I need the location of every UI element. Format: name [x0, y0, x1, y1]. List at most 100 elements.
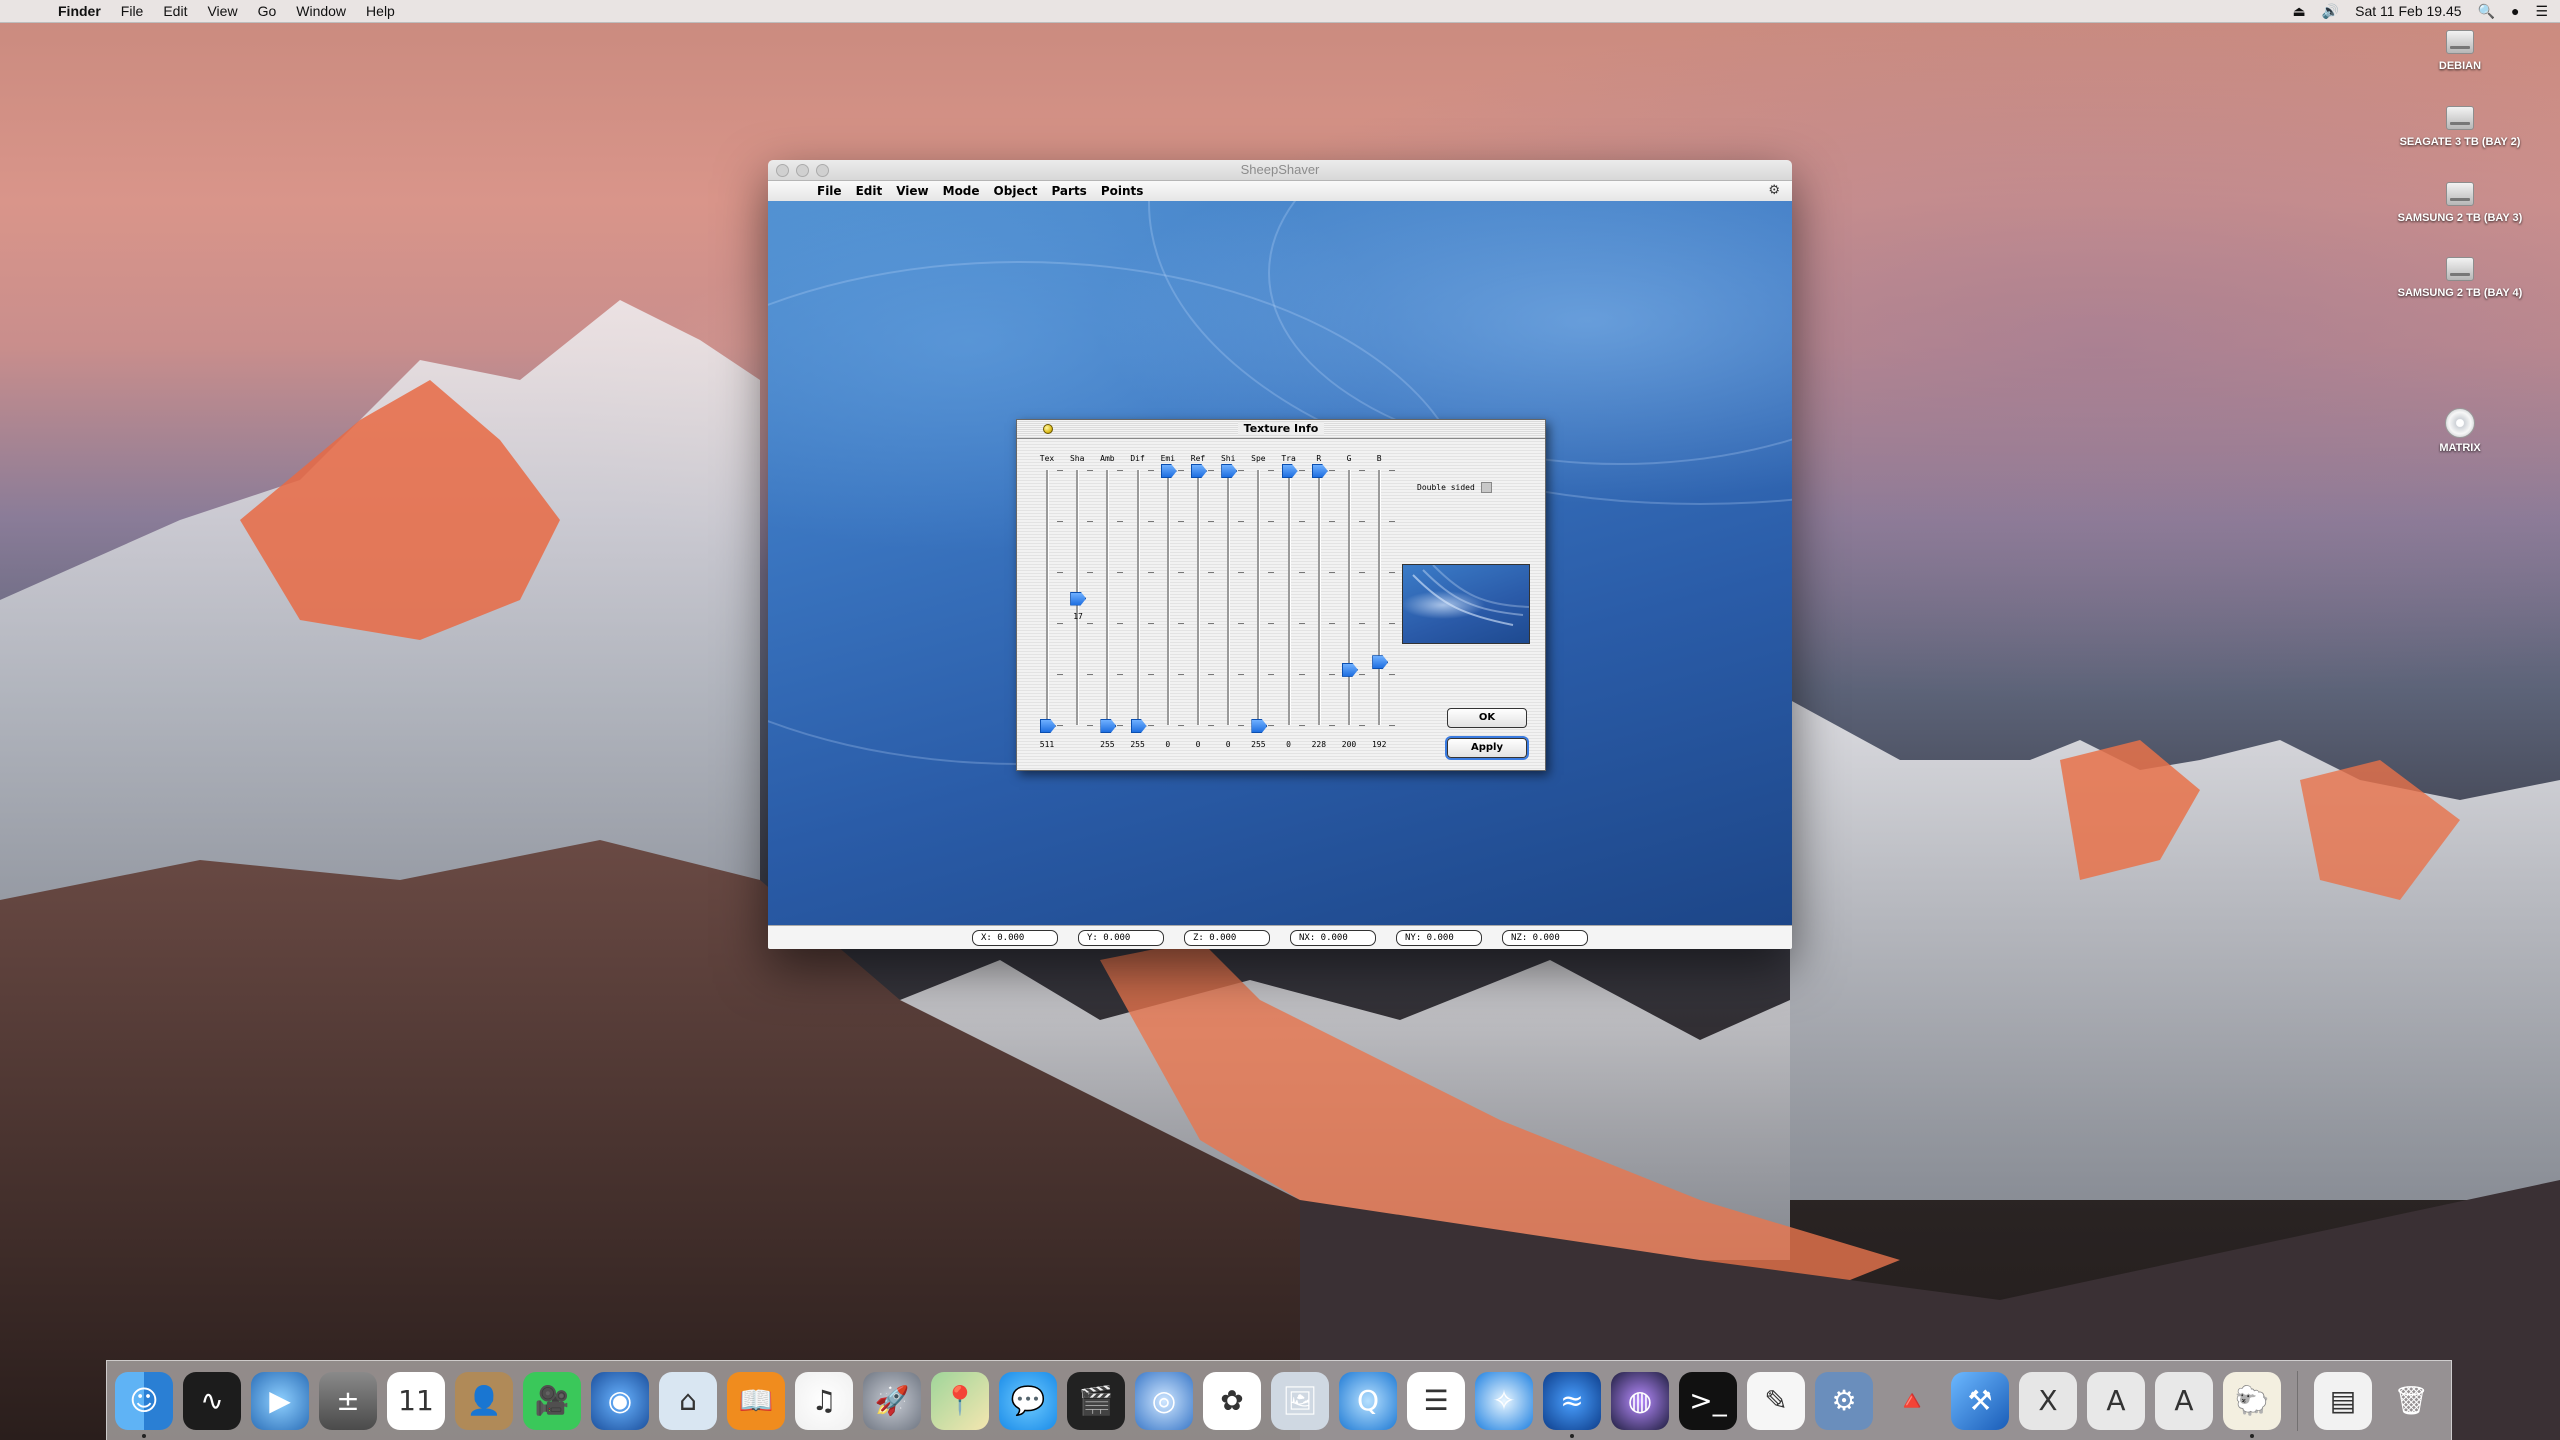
apply-button[interactable]: Apply — [1447, 738, 1527, 758]
classic-menu-parts[interactable]: Parts — [1044, 184, 1093, 198]
launchpad-icon[interactable]: 🚀 — [863, 1371, 921, 1430]
classic-menu-mode[interactable]: Mode — [936, 184, 987, 198]
x11-icon[interactable]: X — [2019, 1371, 2077, 1430]
photos-icon[interactable]: ✿ — [1203, 1371, 1261, 1430]
home-icon[interactable]: ⌂ — [659, 1371, 717, 1430]
collapse-box-icon[interactable] — [1043, 424, 1053, 434]
sheep-icon[interactable]: 🐑 — [2223, 1371, 2281, 1438]
minimize-button[interactable] — [796, 164, 809, 177]
classic-menu-edit[interactable]: Edit — [849, 184, 890, 198]
preview-icon[interactable]: 🖼 — [1271, 1371, 1329, 1430]
slider-track-tra[interactable] — [1287, 470, 1291, 725]
textedit-icon[interactable]: ✎ — [1747, 1371, 1805, 1430]
ibooks-icon[interactable]: 📖 — [727, 1371, 785, 1430]
itunes-icon[interactable]: ♫ — [795, 1371, 853, 1430]
slider-tick — [1117, 725, 1124, 726]
nx-coordinate-field[interactable]: NX: 0.000 — [1290, 930, 1376, 946]
desktop-drive-debian[interactable]: DEBIAN — [2390, 30, 2530, 72]
z-coordinate-field[interactable]: Z: 0.000 — [1184, 930, 1270, 946]
classic-menu-points[interactable]: Points — [1094, 184, 1151, 198]
coordinate-status-bar: X: 0.000 Y: 0.000 Z: 0.000 NX: 0.000 NY:… — [768, 925, 1792, 949]
ok-button[interactable]: OK — [1447, 708, 1527, 728]
quicktime-icon[interactable]: ▶ — [251, 1371, 309, 1430]
ny-coordinate-field[interactable]: NY: 0.000 — [1396, 930, 1482, 946]
slider-track-spe[interactable] — [1257, 470, 1261, 725]
maps-icon[interactable]: 📍 — [931, 1371, 989, 1430]
app-store-icon[interactable]: A — [2087, 1371, 2145, 1430]
desktop-drive-samsung-bay4[interactable]: SAMSUNG 2 TB (BAY 4) — [2390, 257, 2530, 299]
app-store-2-icon[interactable]: A — [2155, 1371, 2213, 1430]
terminal-icon[interactable]: >_ — [1679, 1371, 1737, 1430]
dialog-titlebar[interactable]: Texture Info — [1017, 420, 1545, 439]
slider-track-dif[interactable] — [1136, 470, 1140, 725]
documents-icon[interactable]: ▤ — [2314, 1371, 2372, 1430]
vlc-icon[interactable]: 🔺 — [1883, 1372, 1941, 1430]
slider-track-b[interactable] — [1378, 470, 1382, 725]
eject-icon[interactable]: ⏏ — [2292, 3, 2305, 20]
slider-track-amb[interactable] — [1106, 470, 1110, 725]
desktop-drive-seagate[interactable]: SEAGATE 3 TB (BAY 2) — [2390, 106, 2530, 148]
xcode-icon[interactable]: ⚒ — [1951, 1371, 2009, 1430]
menu-view[interactable]: View — [197, 3, 247, 19]
nz-coordinate-field[interactable]: NZ: 0.000 — [1502, 930, 1588, 946]
slider-tick — [1177, 623, 1184, 624]
slider-track-tex[interactable] — [1046, 470, 1049, 725]
classic-menu-object[interactable]: Object — [987, 184, 1045, 198]
slider-tick — [1057, 572, 1063, 573]
slider-tick — [1298, 470, 1305, 471]
texture-info-dialog[interactable]: Texture Info Tex 511 Sha 17 Amb 255 Dif 255 Emi 0… — [1016, 419, 1546, 771]
y-coordinate-field[interactable]: Y: 0.000 — [1078, 930, 1164, 946]
utility-icon[interactable]: ⚙ — [1815, 1371, 1873, 1430]
safari-icon[interactable]: ✧ — [1475, 1371, 1533, 1430]
final-cut-icon[interactable]: 🎬 — [1067, 1371, 1125, 1430]
menu-edit[interactable]: Edit — [153, 3, 197, 19]
close-button[interactable] — [776, 164, 789, 177]
spotlight-icon[interactable]: 🔍 — [2478, 3, 2495, 20]
double-sided-option[interactable]: Double sided — [1417, 482, 1492, 493]
trash-icon[interactable]: 🗑 — [2382, 1372, 2440, 1430]
menu-finder[interactable]: Finder — [48, 3, 111, 19]
window-titlebar[interactable]: SheepShaver — [768, 160, 1792, 181]
desktop-disc-matrix[interactable]: MATRIX — [2390, 408, 2530, 454]
menu-help[interactable]: Help — [356, 3, 405, 19]
network-icon[interactable]: ◎ — [1135, 1371, 1193, 1430]
quicktime-player-icon[interactable]: Q — [1339, 1371, 1397, 1430]
finder-icon[interactable]: ☺ — [115, 1371, 173, 1438]
notification-center-icon[interactable]: ☰ — [2535, 3, 2548, 20]
facetime-icon[interactable]: 🎥 — [523, 1371, 581, 1430]
slider-tick — [1177, 470, 1184, 471]
google-earth-icon[interactable]: ◉ — [591, 1371, 649, 1430]
menu-file[interactable]: File — [111, 3, 154, 19]
application-switcher-icon[interactable]: ⚙ — [1768, 183, 1780, 198]
classic-menu-view[interactable]: View — [889, 184, 935, 198]
slider-track-ref[interactable] — [1197, 470, 1200, 725]
user-icon[interactable]: ● — [2511, 3, 2519, 19]
desktop-drive-samsung-bay3[interactable]: SAMSUNG 2 TB (BAY 3) — [2390, 182, 2530, 224]
siri-icon[interactable]: ◍ — [1611, 1371, 1669, 1430]
slider-label-r: R — [1316, 454, 1322, 463]
classic-menu-file[interactable]: File — [810, 184, 849, 198]
volume-icon[interactable]: 🔊 — [2322, 3, 2339, 20]
calculator-icon[interactable]: ± — [319, 1371, 377, 1430]
activity-monitor-icon[interactable]: ∿ — [183, 1371, 241, 1430]
slider-track-r[interactable] — [1317, 470, 1321, 725]
double-sided-checkbox[interactable] — [1480, 482, 1492, 493]
slider-label-b: B — [1376, 454, 1382, 463]
menubar-clock[interactable]: Sat 11 Feb 19.45 — [2355, 3, 2461, 19]
x-coordinate-field[interactable]: X: 0.000 — [972, 930, 1058, 946]
calendar-icon[interactable]: 11 — [387, 1371, 445, 1430]
zoom-button[interactable] — [816, 164, 829, 177]
sheepshaver-icon[interactable]: ≈ — [1543, 1371, 1601, 1438]
classic-apple-menu-icon[interactable] — [784, 184, 798, 198]
slider-track-shi[interactable] — [1227, 470, 1231, 725]
slider-label-g: G — [1346, 454, 1352, 463]
menu-go[interactable]: Go — [248, 3, 287, 19]
slider-track-emi[interactable] — [1166, 470, 1170, 725]
slider-tick — [1298, 674, 1305, 675]
sheepshaver-window[interactable]: SheepShaver File Edit View Mode Object P… — [768, 160, 1792, 949]
contacts-icon[interactable]: 👤 — [455, 1371, 513, 1430]
messages-icon[interactable]: 💬 — [999, 1371, 1057, 1430]
reminders-icon[interactable]: ☰ — [1407, 1371, 1465, 1430]
menu-window[interactable]: Window — [286, 3, 356, 19]
slider-track-g[interactable] — [1348, 470, 1351, 725]
